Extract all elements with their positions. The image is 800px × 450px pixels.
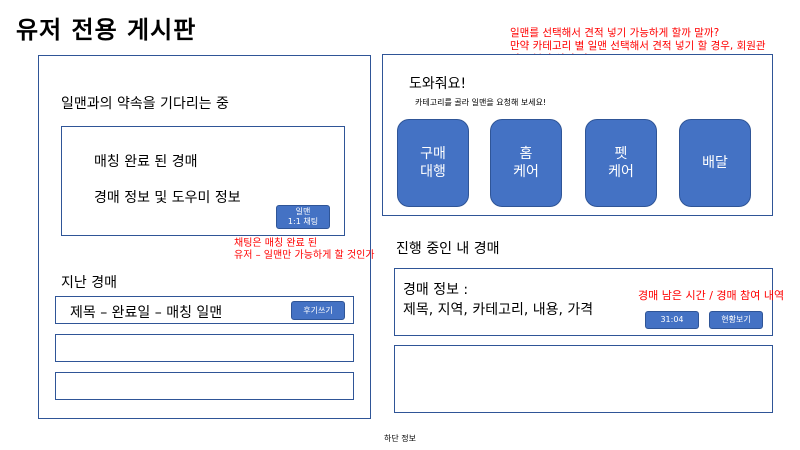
category-home-care-button[interactable]: 홈 케어 [490, 119, 562, 207]
matched-auction-info: 경매 정보 및 도우미 정보 [94, 190, 241, 206]
help-title: 도와줘요! [409, 76, 467, 92]
past-auctions-label: 지난 경매 [61, 275, 117, 291]
past-auction-text: 제목 – 완료일 – 매칭 일맨 [70, 305, 223, 321]
chat-button[interactable]: 일맨 1:1 채팅 [276, 205, 330, 229]
category-pet-care-button[interactable]: 펫 케어 [585, 119, 657, 207]
status-view-button[interactable]: 현황보기 [709, 311, 763, 329]
ongoing-auctions-label: 진행 중인 내 경매 [396, 241, 500, 257]
past-auction-row[interactable]: 제목 – 완료일 – 매칭 일맨 후기쓰기 [55, 296, 354, 324]
ongoing-auction-title: 경매 정보 : [403, 282, 469, 298]
category-purchase-agency-button[interactable]: 구매 대행 [397, 119, 469, 207]
ongoing-auction-card-empty[interactable] [394, 345, 773, 413]
ongoing-note: 경매 남은 시간 / 경매 참여 내역 [638, 290, 785, 302]
matched-auction-card[interactable]: 매칭 완료 된 경매 경매 정보 및 도우미 정보 일맨 1:1 채팅 [61, 126, 345, 236]
help-panel: 도와줘요! 카테고리를 골라 일맨을 요청해 보세요! 구매 대행 홈 케어 펫… [382, 54, 773, 216]
matched-auction-title: 매칭 완료 된 경매 [94, 154, 198, 170]
ongoing-auction-info: 제목, 지역, 카테고리, 내용, 가격 [403, 302, 594, 318]
page-title: 유저 전용 게시판 [16, 16, 197, 44]
past-auction-row[interactable] [55, 372, 354, 400]
past-auction-row[interactable] [55, 334, 354, 362]
waiting-label: 일맨과의 약속을 기다리는 중 [61, 96, 229, 112]
chat-note: 채팅은 매칭 완료 된 유저 – 일맨만 가능하게 할 것인가 [234, 238, 375, 261]
write-review-button[interactable]: 후기쓰기 [291, 301, 345, 320]
category-delivery-button[interactable]: 배달 [679, 119, 751, 207]
remaining-time-badge: 31:04 [645, 311, 699, 329]
help-subtitle: 카테고리를 골라 일맨을 요청해 보세요! [415, 98, 547, 107]
footer-info: 하단 정보 [384, 434, 416, 443]
left-panel: 일맨과의 약속을 기다리는 중 매칭 완료 된 경매 경매 정보 및 도우미 정… [38, 55, 375, 419]
